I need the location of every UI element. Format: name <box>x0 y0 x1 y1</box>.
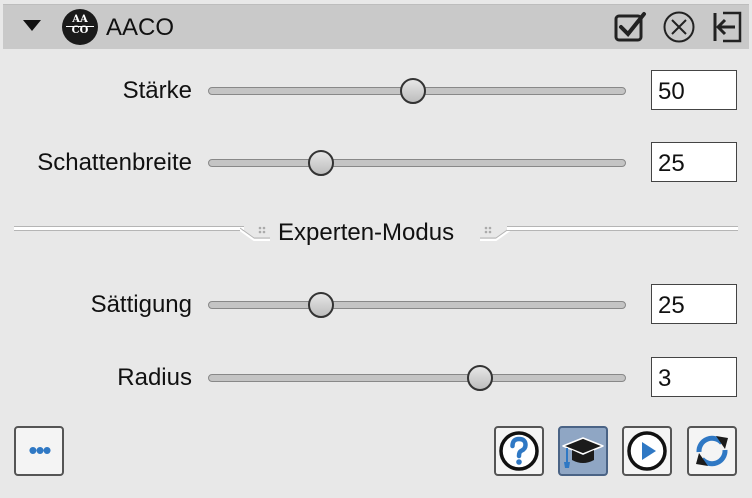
expert-mode-label: Experten-Modus <box>278 219 455 246</box>
expert-mode-button[interactable] <box>558 426 608 476</box>
refresh-icon <box>696 435 728 467</box>
panel-title: AACO <box>106 14 175 41</box>
slider-track[interactable] <box>208 159 626 167</box>
more-dots: ••• <box>28 435 51 465</box>
play-button[interactable] <box>622 426 672 476</box>
value-field[interactable]: 25 <box>651 142 737 182</box>
panel-header[interactable]: AA CO AACO <box>3 4 749 49</box>
slider-label: Schattenbreite <box>37 149 192 176</box>
collapse-triangle-icon[interactable] <box>23 20 41 31</box>
aaco-panel: AA CO AACO Stärke 50 Schattenbreite 25 E… <box>0 0 752 498</box>
slider-knob[interactable] <box>466 365 493 391</box>
value-field[interactable]: 50 <box>651 70 737 110</box>
divider-bend-right <box>480 226 510 241</box>
help-button[interactable] <box>494 426 544 476</box>
close-circle-icon[interactable] <box>662 10 696 44</box>
play-icon <box>627 431 667 471</box>
divider-line-right <box>507 226 738 231</box>
graduation-cap-icon <box>562 437 604 468</box>
more-button[interactable]: ••• <box>14 426 64 476</box>
checkbox-checked-icon[interactable] <box>613 10 647 44</box>
refresh-button[interactable] <box>687 426 737 476</box>
slider-knob[interactable] <box>399 78 426 104</box>
slider-knob[interactable] <box>307 292 334 318</box>
divider-bend-left <box>240 226 270 241</box>
slider-track[interactable] <box>208 374 626 382</box>
slider-label: Sättigung <box>90 291 192 318</box>
value-field[interactable]: 3 <box>651 357 737 397</box>
slider-label: Radius <box>117 364 192 391</box>
exit-arrow-icon[interactable] <box>709 10 743 44</box>
value-field[interactable]: 25 <box>651 284 737 324</box>
slider-label: Stärke <box>122 77 192 104</box>
divider-line-left <box>14 226 244 231</box>
help-icon <box>499 431 539 471</box>
aaco-logo: AA CO <box>62 9 98 45</box>
slider-track[interactable] <box>208 301 626 309</box>
slider-knob[interactable] <box>307 150 334 176</box>
